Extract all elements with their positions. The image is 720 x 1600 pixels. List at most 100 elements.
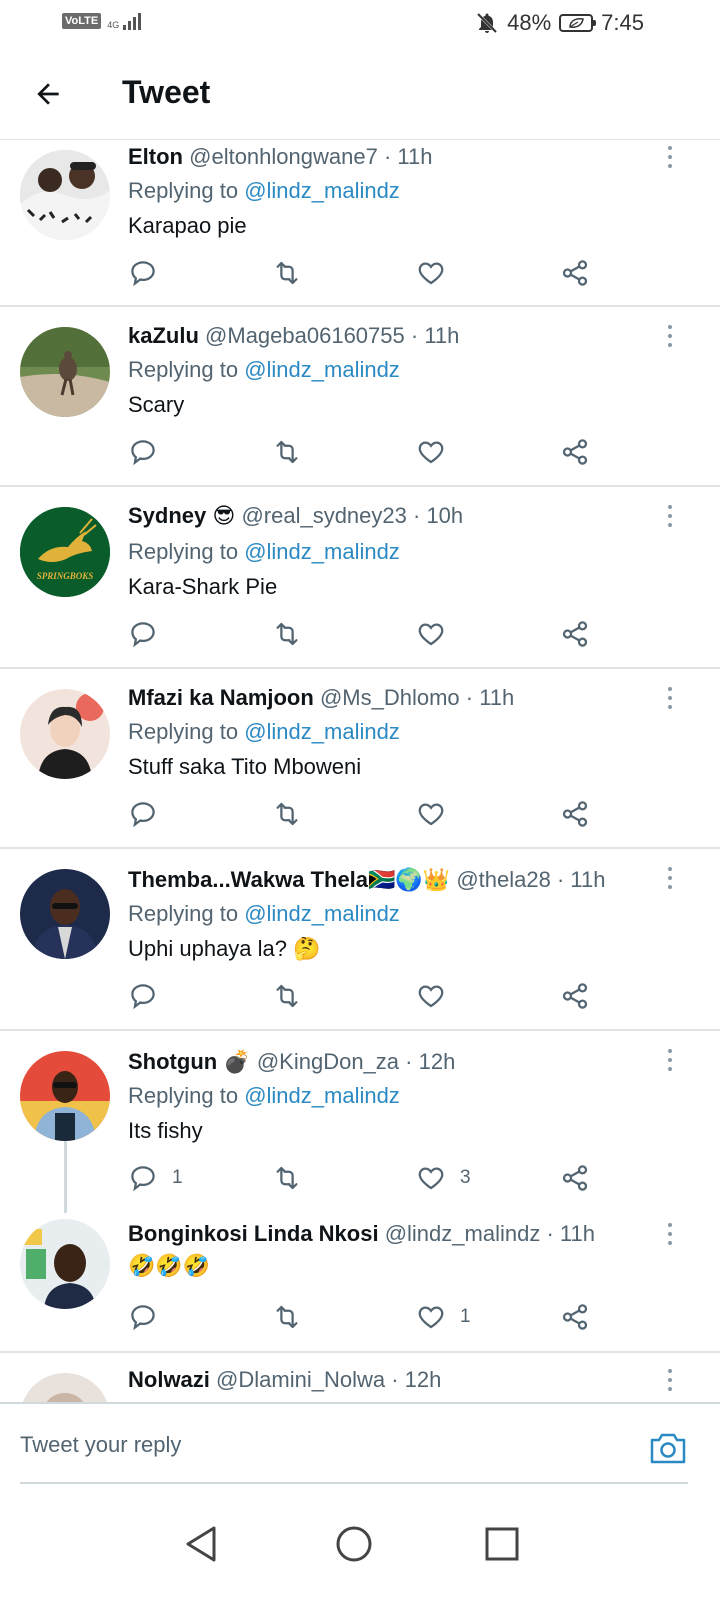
author-handle[interactable]: @KingDon_za bbox=[257, 1049, 399, 1074]
author-handle[interactable]: @Dlamini_Nolwa bbox=[216, 1367, 385, 1392]
mention-link[interactable]: @lindz_malindz bbox=[244, 539, 400, 564]
share-button[interactable] bbox=[560, 253, 590, 293]
mention-link[interactable]: @lindz_malindz bbox=[244, 357, 400, 382]
retweet-button[interactable] bbox=[272, 432, 302, 472]
author-handle[interactable]: @thela28 bbox=[456, 867, 551, 892]
back-button[interactable] bbox=[28, 74, 68, 114]
tweet-time: · 11h bbox=[556, 867, 606, 892]
speech-bubble-icon bbox=[131, 622, 155, 648]
author-handle[interactable]: @eltonhlongwane7 bbox=[189, 144, 378, 169]
avatar[interactable] bbox=[20, 869, 110, 959]
tweet[interactable]: Nolwazi @Dlamini_Nolwa · 12h bbox=[0, 1353, 720, 1402]
square-recent-icon bbox=[485, 1527, 519, 1561]
retweet-button[interactable] bbox=[272, 614, 302, 654]
reply-button[interactable] bbox=[128, 432, 172, 472]
reply-input[interactable] bbox=[20, 1432, 620, 1458]
share-button[interactable] bbox=[560, 976, 590, 1016]
reply-button[interactable] bbox=[128, 794, 172, 834]
speech-bubble-icon bbox=[131, 1166, 155, 1192]
like-button[interactable] bbox=[416, 614, 460, 654]
reply-underline bbox=[20, 1482, 688, 1484]
reply-button[interactable] bbox=[128, 1297, 172, 1337]
share-icon bbox=[562, 621, 588, 647]
tweet[interactable]: Elton @eltonhlongwane7 · 11h Replying to… bbox=[0, 140, 720, 307]
more-options-button[interactable] bbox=[660, 1045, 680, 1075]
battery-icon bbox=[559, 14, 597, 32]
more-options-button[interactable] bbox=[660, 321, 680, 351]
avatar[interactable] bbox=[20, 1051, 110, 1141]
like-button[interactable]: 3 bbox=[416, 1158, 471, 1198]
author-name[interactable]: Themba...Wakwa Thela🇿🇦🌍👑 bbox=[128, 867, 450, 892]
retweet-button[interactable] bbox=[272, 794, 302, 834]
tweet-actions bbox=[128, 253, 608, 293]
author-name[interactable]: kaZulu bbox=[128, 323, 199, 348]
avatar[interactable] bbox=[20, 150, 110, 240]
retweet-button[interactable] bbox=[272, 1297, 302, 1337]
retweet-button[interactable] bbox=[272, 253, 302, 293]
like-count: 1 bbox=[460, 1306, 471, 1327]
nav-home-button[interactable] bbox=[332, 1522, 376, 1566]
reply-button[interactable] bbox=[128, 253, 172, 293]
replying-to: Replying to @lindz_malindz bbox=[128, 1083, 400, 1109]
avatar[interactable] bbox=[20, 1219, 110, 1309]
bell-off-icon bbox=[477, 12, 498, 34]
author-name[interactable]: Mfazi ka Namjoon bbox=[128, 685, 314, 710]
retweet-button[interactable] bbox=[272, 1158, 302, 1198]
reply-button[interactable] bbox=[128, 976, 172, 1016]
share-button[interactable] bbox=[560, 1297, 590, 1337]
tweet[interactable]: Themba...Wakwa Thela🇿🇦🌍👑 @thela28 · 11h … bbox=[0, 849, 720, 1031]
author-name[interactable]: Bonginkosi Linda Nkosi bbox=[128, 1221, 379, 1246]
author-handle[interactable]: @real_sydney23 bbox=[241, 503, 406, 528]
speech-bubble-icon bbox=[131, 1305, 155, 1331]
like-button[interactable] bbox=[416, 976, 460, 1016]
like-button[interactable]: 1 bbox=[416, 1297, 471, 1337]
mention-link[interactable]: @lindz_malindz bbox=[244, 719, 400, 744]
camera-button[interactable] bbox=[648, 1430, 688, 1466]
more-options-button[interactable] bbox=[660, 501, 680, 531]
author-handle[interactable]: @lindz_malindz bbox=[385, 1221, 541, 1246]
tweet-header: Bonginkosi Linda Nkosi @lindz_malindz · … bbox=[128, 1221, 595, 1247]
replies-feed[interactable]: Elton @eltonhlongwane7 · 11h Replying to… bbox=[0, 140, 720, 1402]
avatar[interactable] bbox=[20, 1373, 110, 1402]
author-handle[interactable]: @Mageba06160755 bbox=[205, 323, 405, 348]
more-options-button[interactable] bbox=[660, 683, 680, 713]
author-name[interactable]: Shotgun 💣 bbox=[128, 1049, 251, 1074]
reply-button[interactable] bbox=[128, 614, 172, 654]
like-button[interactable] bbox=[416, 253, 460, 293]
avatar[interactable] bbox=[20, 327, 110, 417]
tweet[interactable]: SPRINGBOKS Sydney 😎 @real_sydney23 · 10h… bbox=[0, 487, 720, 669]
mention-link[interactable]: @lindz_malindz bbox=[244, 1083, 400, 1108]
mention-link[interactable]: @lindz_malindz bbox=[244, 901, 400, 926]
more-options-button[interactable] bbox=[660, 863, 680, 893]
tweet[interactable]: kaZulu @Mageba06160755 · 11h Replying to… bbox=[0, 307, 720, 487]
nav-recent-button[interactable] bbox=[480, 1522, 524, 1566]
retweet-icon bbox=[276, 261, 298, 285]
share-button[interactable] bbox=[560, 1158, 590, 1198]
more-options-button[interactable] bbox=[660, 1365, 680, 1395]
reply-composer bbox=[0, 1402, 720, 1492]
mention-link[interactable]: @lindz_malindz bbox=[244, 178, 400, 203]
retweet-button[interactable] bbox=[272, 976, 302, 1016]
like-button[interactable] bbox=[416, 432, 460, 472]
more-options-button[interactable] bbox=[660, 1219, 680, 1249]
tweet-header: kaZulu @Mageba06160755 · 11h bbox=[128, 323, 459, 349]
nav-back-button[interactable] bbox=[180, 1522, 224, 1566]
more-options-button[interactable] bbox=[660, 142, 680, 172]
tweet-time: · 10h bbox=[413, 503, 464, 528]
avatar[interactable] bbox=[20, 689, 110, 779]
author-name[interactable]: Sydney 😎 bbox=[128, 503, 235, 528]
avatar[interactable]: SPRINGBOKS bbox=[20, 507, 110, 597]
share-icon bbox=[562, 1304, 588, 1330]
tweet[interactable]: Shotgun 💣 @KingDon_za · 12h Replying to … bbox=[0, 1031, 720, 1213]
tweet[interactable]: Bonginkosi Linda Nkosi @lindz_malindz · … bbox=[0, 1213, 720, 1353]
speech-bubble-icon bbox=[131, 440, 155, 466]
author-handle[interactable]: @Ms_Dhlomo bbox=[320, 685, 460, 710]
author-name[interactable]: Elton bbox=[128, 144, 183, 169]
share-button[interactable] bbox=[560, 614, 590, 654]
reply-button[interactable]: 1 bbox=[128, 1158, 183, 1198]
share-button[interactable] bbox=[560, 432, 590, 472]
like-button[interactable] bbox=[416, 794, 460, 834]
tweet[interactable]: Mfazi ka Namjoon @Ms_Dhlomo · 11h Replyi… bbox=[0, 669, 720, 849]
share-button[interactable] bbox=[560, 794, 590, 834]
author-name[interactable]: Nolwazi bbox=[128, 1367, 210, 1392]
